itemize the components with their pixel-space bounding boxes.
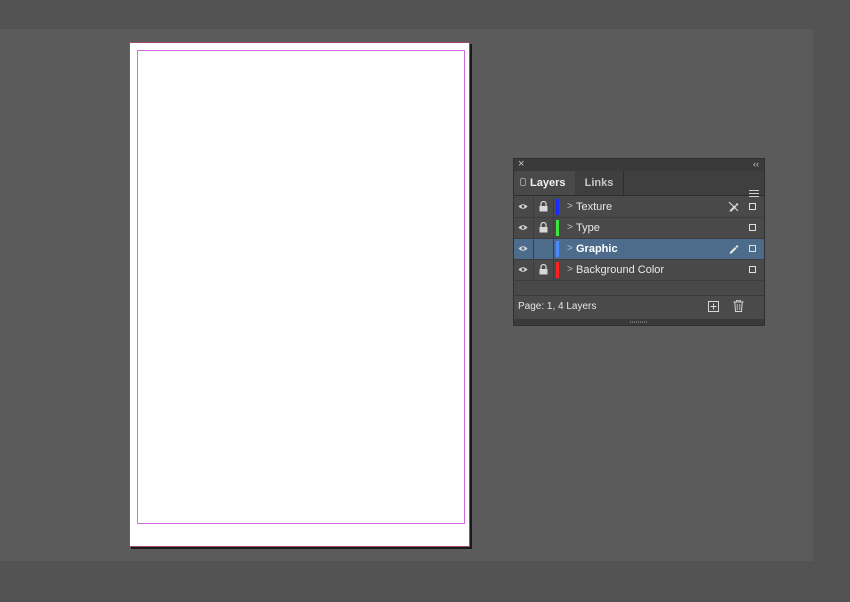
layer-row-background-color[interactable]: > Background Color: [514, 260, 764, 281]
panel-title-bar[interactable]: × ‹‹: [514, 158, 764, 171]
layer-count-status: Page: 1, 4 Layers: [518, 301, 597, 312]
column-divider: [533, 260, 534, 280]
selection-square-icon[interactable]: [749, 245, 756, 252]
layers-panel: × ‹‹ Layers Links > Texture > Type > Gra…: [513, 158, 765, 326]
document-page[interactable]: [129, 42, 470, 547]
trash-icon[interactable]: [733, 300, 744, 312]
column-divider: [553, 197, 554, 217]
layer-color-swatch: [556, 241, 559, 257]
eye-icon[interactable]: [518, 266, 528, 273]
chevron-right-icon[interactable]: >: [567, 242, 573, 256]
layer-name: Background Color: [576, 264, 665, 276]
lock-icon[interactable]: [539, 264, 548, 275]
margin-guide: [137, 50, 465, 524]
column-divider: [533, 218, 534, 238]
layer-name: Type: [576, 222, 600, 234]
column-divider: [533, 239, 534, 259]
panel-footer: Page: 1, 4 Layers: [514, 295, 764, 318]
tab-layers[interactable]: Layers: [514, 171, 575, 195]
pen-crossed-icon: [728, 201, 739, 212]
pen-icon: [729, 245, 739, 254]
layer-row-graphic[interactable]: > Graphic: [514, 239, 764, 260]
close-icon[interactable]: ×: [518, 158, 524, 170]
selection-square-icon[interactable]: [749, 224, 756, 231]
collapse-panel-icon[interactable]: ‹‹: [753, 158, 759, 170]
chevron-right-icon[interactable]: >: [567, 200, 573, 214]
lock-icon[interactable]: [539, 222, 548, 233]
layer-list: > Texture > Type > Graphic > Background …: [514, 197, 764, 281]
layer-color-swatch: [556, 220, 559, 236]
layer-name: Texture: [576, 201, 613, 213]
lock-icon[interactable]: [539, 201, 548, 212]
layer-name: Graphic: [576, 243, 618, 255]
selection-square-icon[interactable]: [749, 266, 756, 273]
column-divider: [553, 218, 554, 238]
eye-icon[interactable]: [518, 245, 528, 252]
eye-icon[interactable]: [518, 203, 528, 210]
tab-layers-label: Layers: [530, 177, 566, 189]
tab-grip-icon: [520, 178, 526, 187]
layer-color-swatch: [556, 199, 559, 215]
tab-links[interactable]: Links: [575, 171, 624, 195]
new-layer-icon[interactable]: [708, 301, 719, 312]
eye-icon[interactable]: [518, 224, 528, 231]
panel-tab-bar: Layers Links: [514, 171, 764, 197]
layer-color-swatch: [556, 262, 559, 278]
chevron-right-icon[interactable]: >: [567, 263, 573, 277]
layer-row-texture[interactable]: > Texture: [514, 197, 764, 218]
column-divider: [553, 239, 554, 259]
layer-row-type[interactable]: > Type: [514, 218, 764, 239]
panel-resize-handle[interactable]: [514, 319, 764, 325]
chevron-right-icon[interactable]: >: [567, 221, 573, 235]
column-divider: [533, 197, 534, 217]
resize-grip-icon: [630, 321, 648, 323]
column-divider: [553, 260, 554, 280]
selection-square-icon[interactable]: [749, 203, 756, 210]
